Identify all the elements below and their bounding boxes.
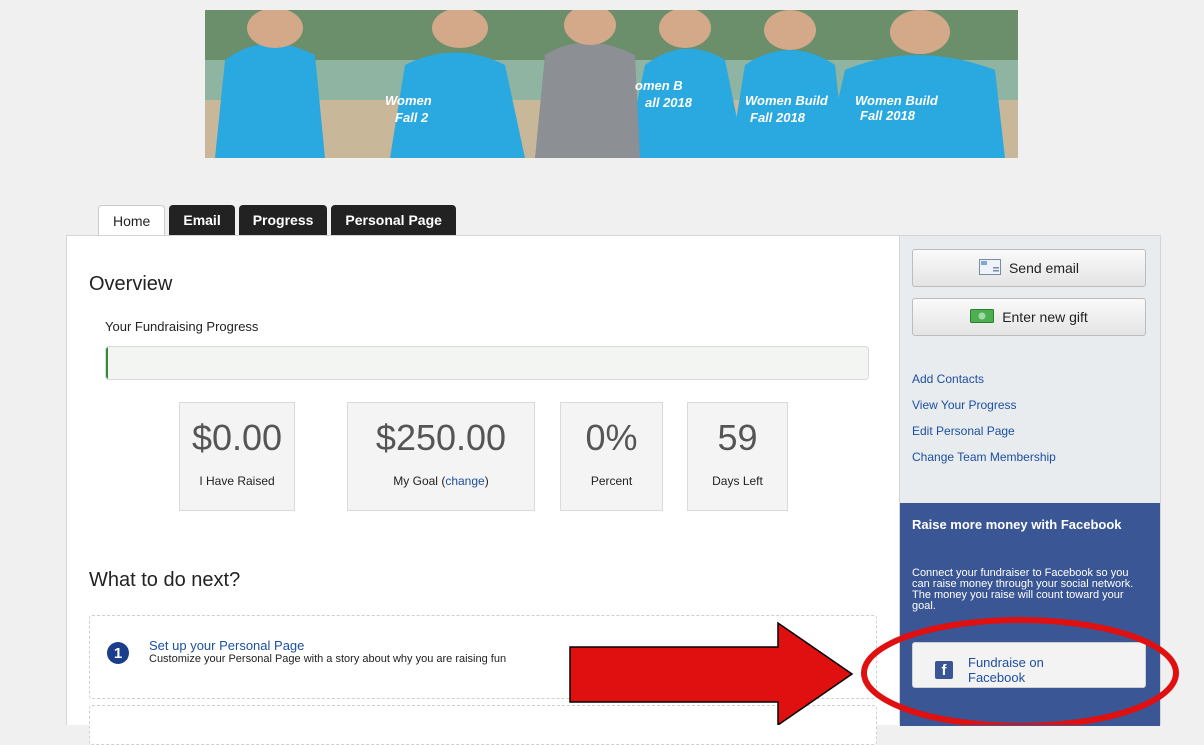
tab-personal-page[interactable]: Personal Page bbox=[331, 205, 456, 235]
tab-progress[interactable]: Progress bbox=[238, 205, 328, 235]
svg-text:Women Build: Women Build bbox=[745, 93, 829, 108]
main-panel: Overview Your Fundraising Progress $0.00… bbox=[66, 235, 900, 745]
facebook-panel: Raise more money with Facebook Connect y… bbox=[900, 503, 1160, 726]
fundraise-on-facebook-label: Fundraise on Facebook bbox=[968, 655, 1044, 685]
stat-goal: $250.00 My Goal (change) bbox=[347, 402, 535, 511]
goal-label-row: My Goal (change) bbox=[393, 474, 489, 488]
percent-value: 0% bbox=[585, 417, 638, 458]
svg-text:Women Build: Women Build bbox=[855, 93, 939, 108]
svg-text:Women: Women bbox=[385, 93, 432, 108]
step-number-icon: 1 bbox=[107, 642, 129, 664]
goal-value: $250.00 bbox=[375, 417, 507, 458]
svg-text:omen B: omen B bbox=[635, 78, 683, 93]
step-description: Customize your Personal Page with a stor… bbox=[149, 653, 507, 665]
svg-text:Fall 2018: Fall 2018 bbox=[750, 110, 806, 125]
change-team-membership-link[interactable]: Change Team Membership bbox=[912, 451, 1056, 464]
raised-value: $0.00 bbox=[191, 417, 283, 458]
enter-new-gift-label: Enter new gift bbox=[1002, 309, 1088, 325]
progress-label: Your Fundraising Progress bbox=[105, 319, 259, 334]
tab-email[interactable]: Email bbox=[169, 205, 235, 235]
facebook-description: Connect your fundraiser to Facebook so y… bbox=[912, 567, 1134, 612]
progress-fill bbox=[106, 347, 108, 379]
step-item: 1 Set up your Personal Page Customize yo… bbox=[89, 615, 877, 699]
edit-personal-page-link[interactable]: Edit Personal Page bbox=[912, 425, 1056, 438]
send-email-button[interactable]: Send email bbox=[912, 249, 1146, 287]
facebook-icon: f bbox=[935, 661, 953, 679]
stat-raised: $0.00 I Have Raised bbox=[179, 402, 295, 511]
step-item bbox=[89, 705, 877, 745]
raised-label: I Have Raised bbox=[199, 474, 275, 488]
step-title-link[interactable]: Set up your Personal Page bbox=[149, 638, 304, 653]
tab-bar: Home Email Progress Personal Page bbox=[98, 205, 456, 236]
overview-title: Overview bbox=[89, 273, 173, 295]
send-email-label: Send email bbox=[1008, 260, 1080, 276]
percent-label: Percent bbox=[590, 474, 633, 488]
banner-photo: Women Fall 2 omen B all 2018 Women Build… bbox=[205, 10, 1018, 158]
money-icon bbox=[970, 308, 995, 326]
change-goal-link[interactable]: change bbox=[445, 474, 484, 488]
goal-label: My Goal bbox=[393, 474, 438, 488]
what-next-title: What to do next? bbox=[89, 569, 241, 591]
tab-home[interactable]: Home bbox=[98, 205, 166, 236]
days-left-label: Days Left bbox=[712, 474, 763, 488]
svg-text:Fall 2018: Fall 2018 bbox=[860, 108, 916, 123]
fundraising-progress-bar bbox=[105, 346, 869, 380]
sidebar-links: Add Contacts View Your Progress Edit Per… bbox=[912, 373, 1056, 477]
stat-days-left: 59 Days Left bbox=[687, 402, 788, 511]
svg-text:all 2018: all 2018 bbox=[645, 95, 693, 110]
facebook-heading: Raise more money with Facebook bbox=[912, 517, 1122, 532]
stat-percent: 0% Percent bbox=[560, 402, 663, 511]
days-left-value: 59 bbox=[717, 417, 758, 458]
view-progress-link[interactable]: View Your Progress bbox=[912, 399, 1056, 412]
sidebar: Send email Enter new gift Add Contacts V… bbox=[900, 235, 1161, 726]
add-contacts-link[interactable]: Add Contacts bbox=[912, 373, 1056, 386]
enter-new-gift-button[interactable]: Enter new gift bbox=[912, 298, 1146, 336]
svg-text:Fall 2: Fall 2 bbox=[395, 110, 429, 125]
fundraise-on-facebook-button[interactable]: f Fundraise on Facebook bbox=[912, 642, 1146, 688]
envelope-icon bbox=[978, 258, 1001, 278]
